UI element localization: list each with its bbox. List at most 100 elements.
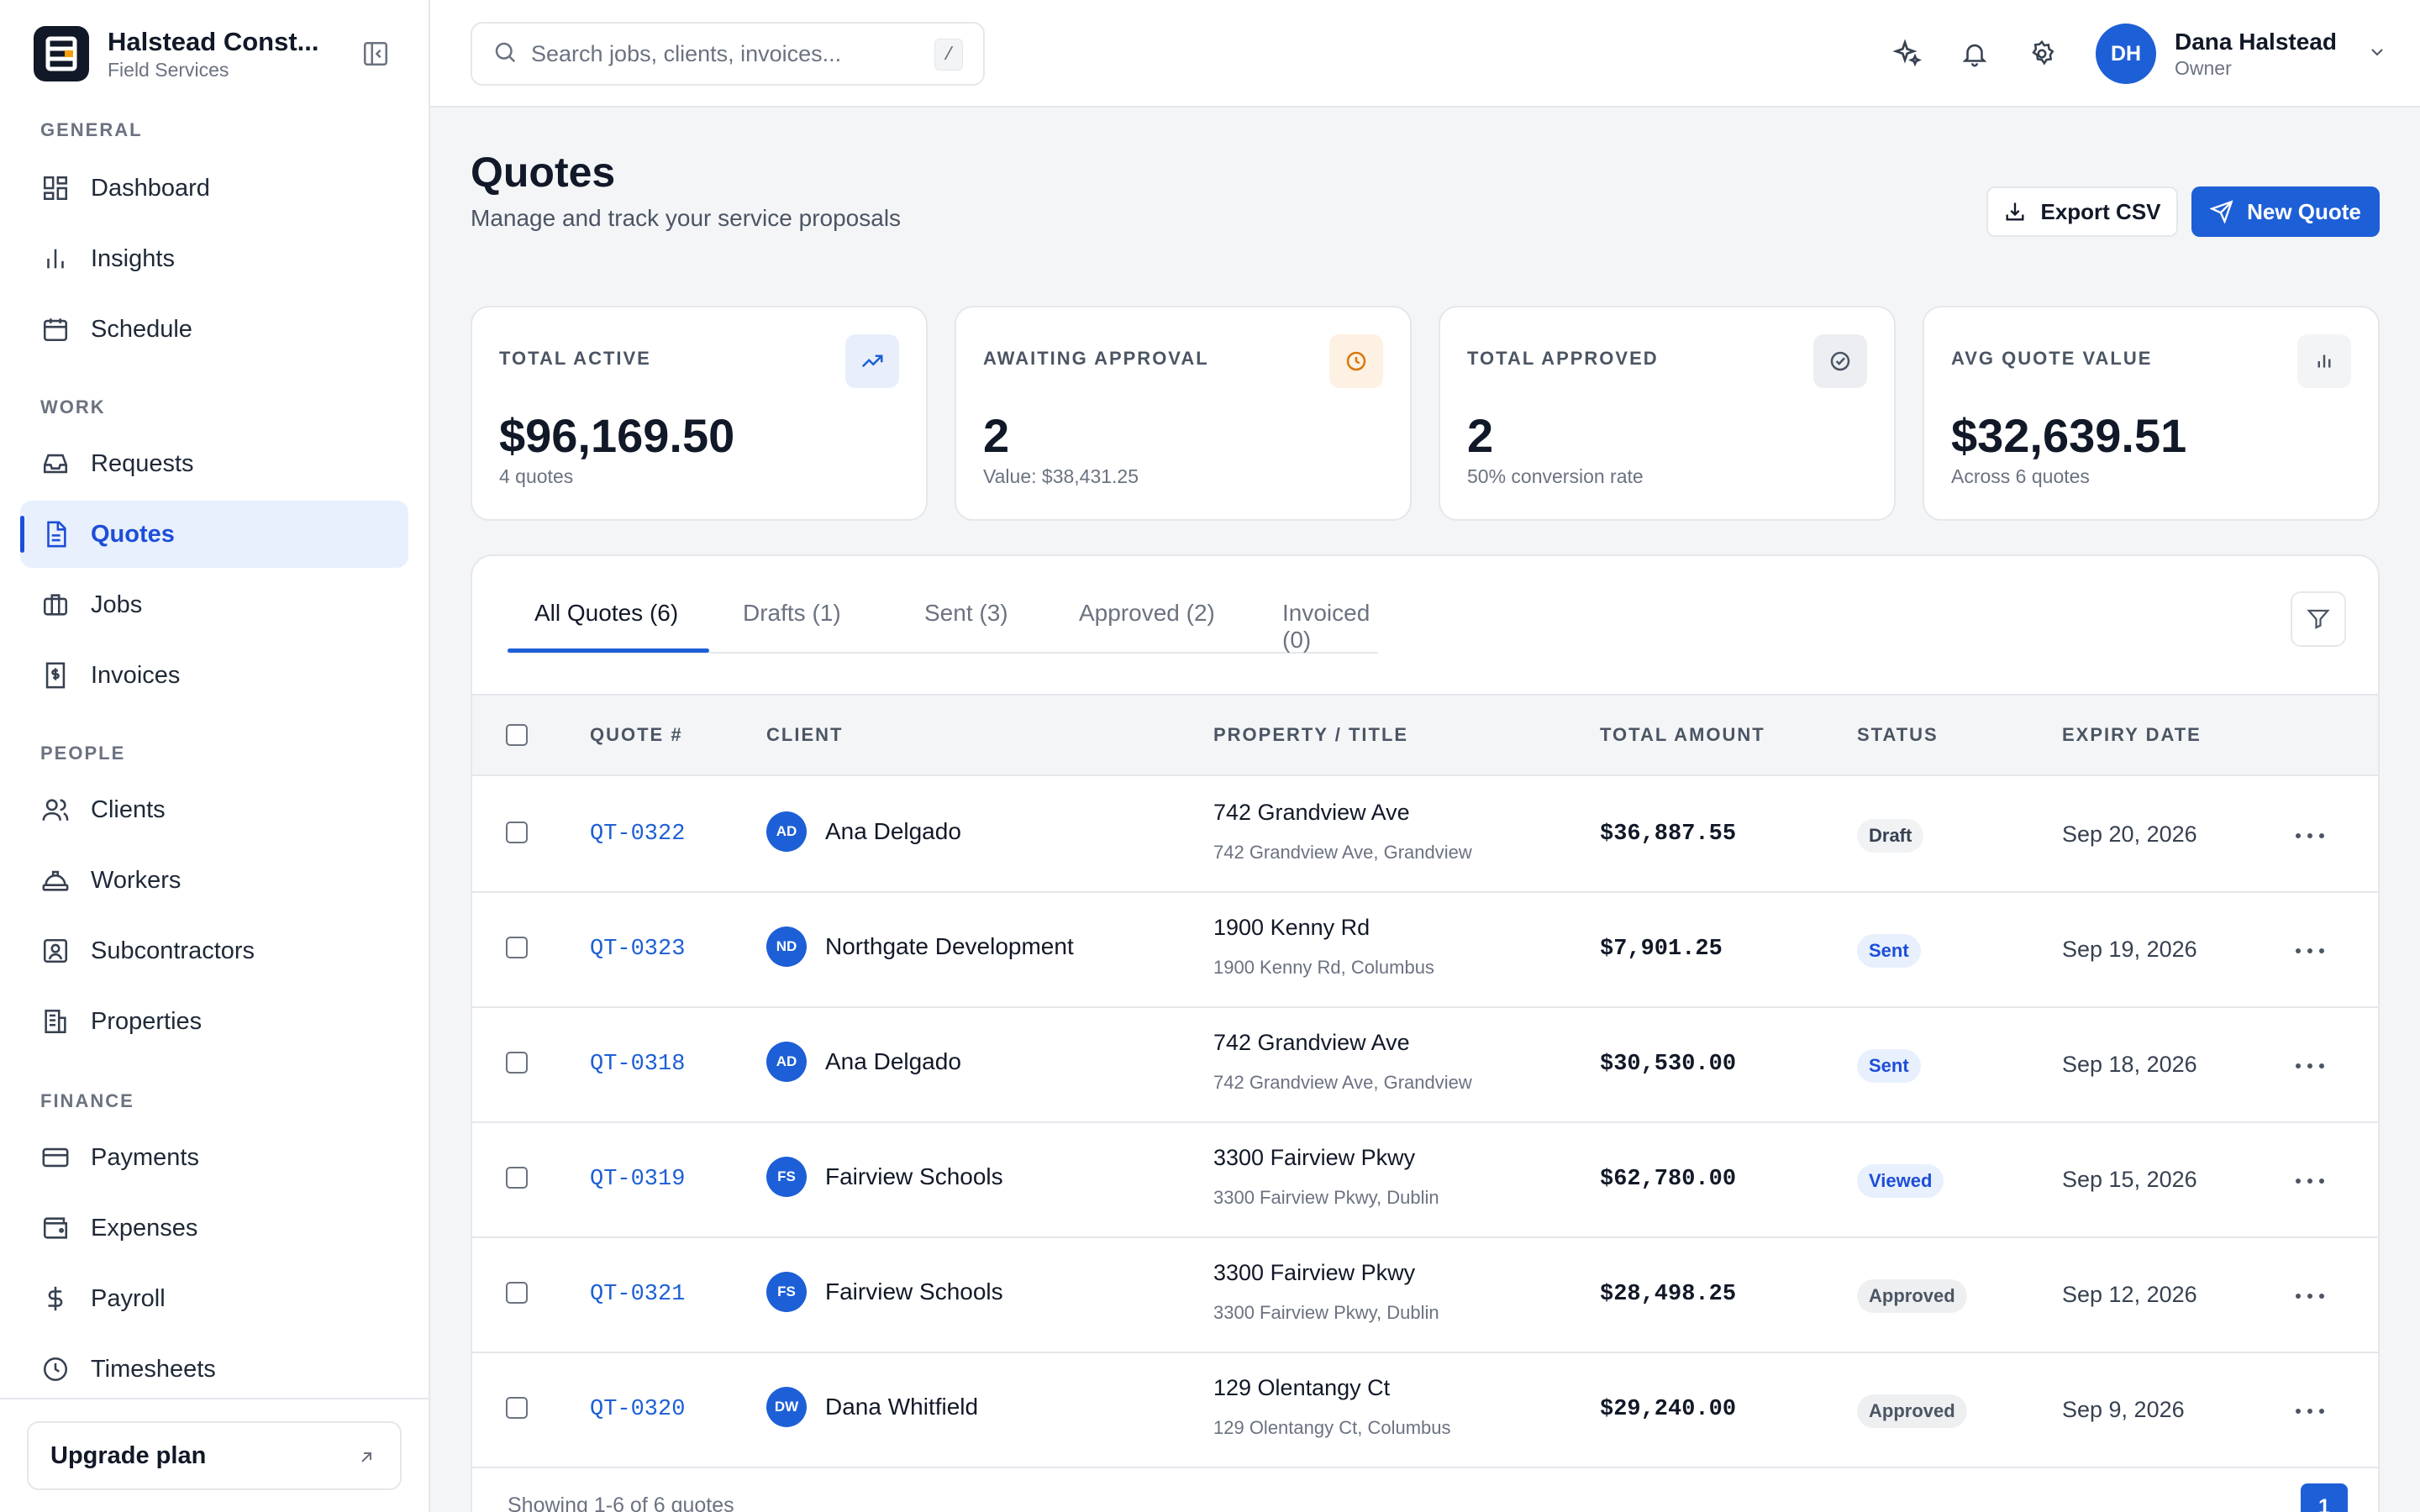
sidebar-item-label: Expenses xyxy=(91,1214,198,1242)
row-checkbox[interactable] xyxy=(506,1282,528,1304)
calendar-icon xyxy=(40,314,71,344)
property-address: 3300 Fairview Pkwy, Dublin xyxy=(1213,1187,1439,1208)
more-actions-icon[interactable] xyxy=(2296,1399,2324,1424)
tab-all-quotes[interactable]: All Quotes (6) xyxy=(534,600,678,627)
sidebar-item-label: Schedule xyxy=(91,315,192,343)
sidebar-collapse-icon[interactable] xyxy=(361,39,390,68)
stat-card-avg-quote-value: AVG QUOTE VALUE $32,639.51 Across 6 quot… xyxy=(1923,306,2380,521)
upgrade-plan-button[interactable]: Upgrade plan xyxy=(27,1421,402,1490)
chevron-down-icon xyxy=(2367,42,2387,66)
brand[interactable]: Halstead Const... Field Services xyxy=(34,25,403,82)
client-avatar: AD xyxy=(766,811,807,852)
sidebar-item-expenses[interactable]: Expenses xyxy=(20,1194,408,1262)
export-csv-button[interactable]: Export CSV xyxy=(1986,186,2178,237)
table-row[interactable]: QT-0320 DW Dana Whitfield 129 Olentangy … xyxy=(472,1353,2378,1468)
sidebar-item-payroll[interactable]: Payroll xyxy=(20,1265,408,1332)
sidebar-item-workers[interactable]: Workers xyxy=(20,847,408,914)
user-menu[interactable]: DH Dana Halstead Owner xyxy=(2096,22,2387,86)
column-header-quote[interactable]: QUOTE # xyxy=(590,724,683,746)
column-header-amount[interactable]: TOTAL AMOUNT xyxy=(1600,724,1765,746)
more-actions-icon[interactable] xyxy=(2296,1053,2324,1079)
more-actions-icon[interactable] xyxy=(2296,938,2324,963)
table-header: QUOTE # CLIENT PROPERTY / TITLE TOTAL AM… xyxy=(472,694,2378,776)
stat-value: 2 xyxy=(1467,409,1494,462)
users-icon xyxy=(40,795,71,825)
tab-invoiced[interactable]: Invoiced (0) xyxy=(1282,600,1378,654)
sparkle-icon[interactable] xyxy=(1891,37,1924,71)
page-button[interactable]: 1 xyxy=(2301,1483,2348,1512)
status-badge: Approved xyxy=(1857,1394,1967,1428)
sidebar-item-payments[interactable]: Payments xyxy=(20,1124,408,1191)
sidebar-item-label: Clients xyxy=(91,795,166,823)
more-actions-icon[interactable] xyxy=(2296,1284,2324,1309)
section-title-work: WORK xyxy=(40,396,106,417)
quote-number-link[interactable]: QT-0323 xyxy=(590,937,685,962)
tab-sent[interactable]: Sent (3) xyxy=(924,600,1008,627)
table-row[interactable]: QT-0319 FS Fairview Schools 3300 Fairvie… xyxy=(472,1123,2378,1238)
sidebar-item-quotes[interactable]: Quotes xyxy=(20,501,408,568)
quote-number-link[interactable]: QT-0318 xyxy=(590,1052,685,1077)
table-row[interactable]: QT-0318 AD Ana Delgado 742 Grandview Ave… xyxy=(472,1008,2378,1123)
table-row[interactable]: QT-0321 FS Fairview Schools 3300 Fairvie… xyxy=(472,1238,2378,1353)
property-title: 742 Grandview Ave xyxy=(1213,800,1410,825)
gear-icon[interactable] xyxy=(2025,37,2059,71)
sidebar-item-schedule[interactable]: Schedule xyxy=(20,296,408,363)
section-title-people: PEOPLE xyxy=(40,743,126,764)
search-input[interactable]: Search jobs, clients, invoices... / xyxy=(471,22,985,86)
row-checkbox[interactable] xyxy=(506,1052,528,1074)
quote-number-link[interactable]: QT-0321 xyxy=(590,1282,685,1307)
expiry-date: Sep 20, 2026 xyxy=(2062,822,2197,847)
quote-number-link[interactable]: QT-0319 xyxy=(590,1167,685,1192)
row-checkbox[interactable] xyxy=(506,937,528,958)
table-row[interactable]: QT-0323 ND Northgate Development 1900 Ke… xyxy=(472,893,2378,1008)
select-all-checkbox[interactable] xyxy=(506,724,528,746)
row-checkbox[interactable] xyxy=(506,1397,528,1419)
chart-icon xyxy=(40,244,71,274)
column-header-property[interactable]: PROPERTY / TITLE xyxy=(1213,724,1408,746)
sidebar-item-subcontractors[interactable]: Subcontractors xyxy=(20,917,408,984)
more-actions-icon[interactable] xyxy=(2296,1168,2324,1194)
tab-drafts[interactable]: Drafts (1) xyxy=(743,600,841,627)
stat-sub: Value: $38,431.25 xyxy=(983,465,1139,487)
quote-tabs: All Quotes (6) Drafts (1) Sent (3) Appro… xyxy=(508,556,1378,654)
sidebar-item-label: Quotes xyxy=(91,520,175,548)
expiry-date: Sep 15, 2026 xyxy=(2062,1167,2197,1192)
user-name: Dana Halstead xyxy=(2175,28,2337,55)
quote-number-link[interactable]: QT-0320 xyxy=(590,1397,685,1422)
quote-number-link[interactable]: QT-0322 xyxy=(590,822,685,847)
sidebar-item-label: Jobs xyxy=(91,591,143,618)
sidebar-item-label: Subcontractors xyxy=(91,937,255,964)
more-actions-icon[interactable] xyxy=(2296,823,2324,848)
sidebar-item-jobs[interactable]: Jobs xyxy=(20,571,408,638)
section-title-general: GENERAL xyxy=(40,119,143,140)
property-title: 3300 Fairview Pkwy xyxy=(1213,1260,1416,1285)
avatar: DH xyxy=(2096,24,2156,84)
sidebar-item-clients[interactable]: Clients xyxy=(20,776,408,843)
sidebar-item-properties[interactable]: Properties xyxy=(20,988,408,1055)
column-header-expiry[interactable]: EXPIRY DATE xyxy=(2062,724,2202,746)
column-header-client[interactable]: CLIENT xyxy=(766,724,843,746)
active-tab-indicator xyxy=(508,648,709,653)
sidebar-item-label: Requests xyxy=(91,449,194,477)
client-avatar: DW xyxy=(766,1387,807,1427)
sidebar-item-invoices[interactable]: Invoices xyxy=(20,642,408,709)
total-amount: $30,530.00 xyxy=(1600,1052,1737,1077)
sidebar-item-timesheets[interactable]: Timesheets xyxy=(20,1336,408,1403)
new-quote-button[interactable]: New Quote xyxy=(2191,186,2380,237)
building-icon xyxy=(40,1006,71,1037)
sidebar-item-requests[interactable]: Requests xyxy=(20,430,408,497)
table-row[interactable]: QT-0322 AD Ana Delgado 742 Grandview Ave… xyxy=(472,778,2378,893)
bell-icon[interactable] xyxy=(1958,37,1991,71)
sidebar-item-dashboard[interactable]: Dashboard xyxy=(20,155,408,222)
tab-approved[interactable]: Approved (2) xyxy=(1079,600,1215,627)
sidebar-footer: Upgrade plan xyxy=(0,1398,429,1512)
sidebar-item-insights[interactable]: Insights xyxy=(20,225,408,292)
row-checkbox[interactable] xyxy=(506,822,528,843)
filter-button[interactable] xyxy=(2291,591,2346,647)
sidebar-item-label: Timesheets xyxy=(91,1355,216,1383)
sidebar-item-label: Insights xyxy=(91,244,175,272)
filter-icon xyxy=(2307,609,2330,629)
user-role: Owner xyxy=(2175,56,2232,79)
row-checkbox[interactable] xyxy=(506,1167,528,1189)
column-header-status[interactable]: STATUS xyxy=(1857,724,1939,746)
